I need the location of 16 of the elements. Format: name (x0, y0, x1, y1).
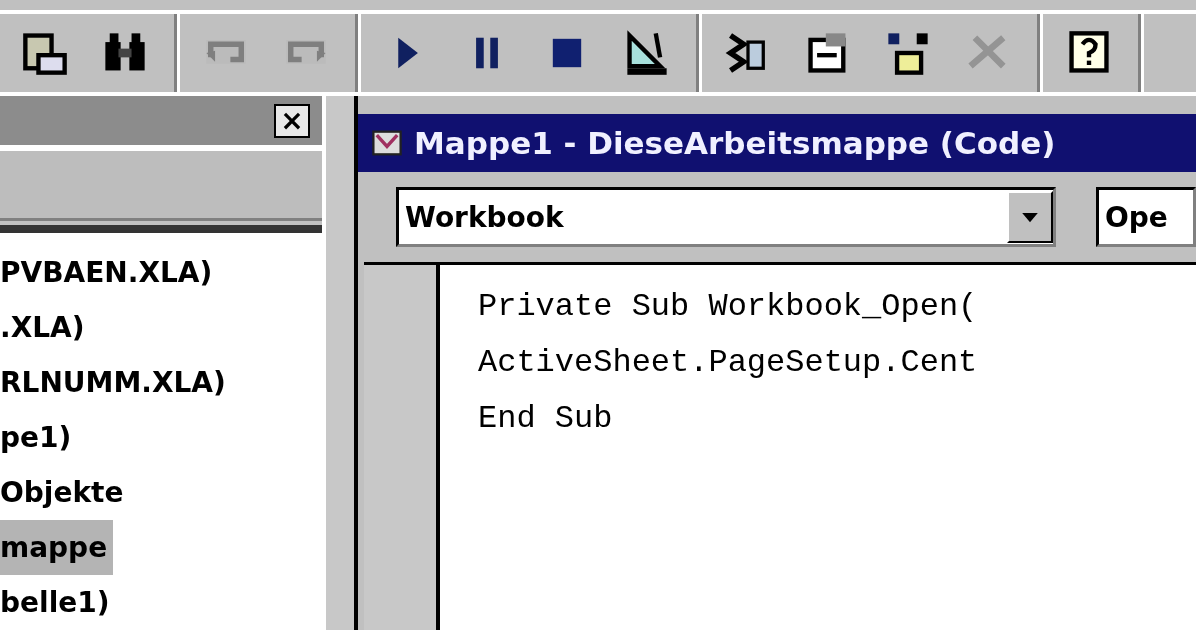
close-button[interactable]: × (274, 103, 310, 138)
tree-item[interactable]: Objekte (0, 465, 130, 520)
tree-item[interactable]: RLNUMM.XLA) (0, 355, 232, 410)
tree-item[interactable]: pe1) (0, 410, 78, 465)
pane-splitter[interactable] (326, 96, 358, 630)
tree-item[interactable]: .XLA) (0, 300, 91, 355)
code-line: End Sub (478, 399, 614, 439)
object-dropdown[interactable]: Workbook (396, 187, 1056, 247)
dropdown-button[interactable] (1007, 191, 1053, 243)
tree-item[interactable]: PVBAEN.XLA) (0, 245, 219, 300)
code-line: Private Sub Workbook_Open( (478, 287, 979, 327)
code-line: ActiveSheet.PageSetup.Cent (478, 343, 979, 383)
tree-item[interactable]: belle1) (0, 575, 116, 630)
window-title: Mappe1 - DieseArbeitsmappe (Code) (414, 125, 1056, 161)
tree-item[interactable]: mappe (0, 520, 114, 575)
procedure-dropdown[interactable]: Ope (1096, 187, 1196, 247)
